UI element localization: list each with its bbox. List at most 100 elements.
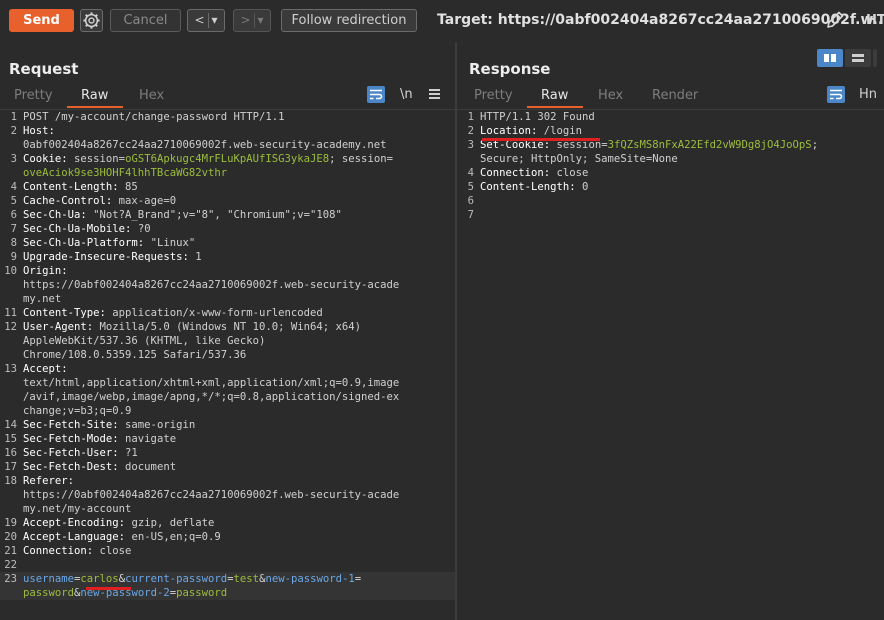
back-button[interactable]: < ▾ [187,9,225,32]
line-content: Sec-Fetch-Mode: navigate [23,432,176,446]
code-line: 2 Location: /login [457,124,884,138]
code-token: oveAciok9se3HOHF4lhhTBcaWG82vthr [23,167,228,179]
line-number: 16 [4,447,17,459]
response-tab-render[interactable]: Render [652,88,698,103]
request-active-tab-indicator [67,106,123,108]
code-token: = [354,573,362,585]
layout-stacked-button[interactable] [845,49,871,67]
code-line: 2 Host: [0,124,455,138]
code-token: close [550,167,589,179]
code-token: Content-Length: [23,181,119,193]
code-token: ; [811,139,819,151]
response-active-tab-indicator [527,106,583,108]
code-line: 11 Content-Type: application/x-www-form-u… [0,306,455,320]
code-line: /avif,image/webp,image/apng,*/*;q=0.8,ap… [0,390,455,404]
code-line: Secure; HttpOnly; SameSite=None [457,152,884,166]
line-number: 17 [4,461,17,473]
line-number: 7 [10,223,17,235]
line-content: Host: [23,124,55,138]
code-line: 7 Sec-Ch-Ua-Mobile: ?0 [0,222,455,236]
code-line: 19 Accept-Encoding: gzip, deflate [0,516,455,530]
request-tab-raw[interactable]: Raw [81,88,108,103]
code-token: test [233,573,260,585]
response-tab-pretty[interactable]: Pretty [474,88,513,103]
annotation-underline-location [482,138,600,141]
code-token: 85 [118,181,138,193]
line-number: 8 [10,237,17,249]
rows-icon [852,54,864,62]
code-token: close [93,545,132,557]
code-line: 0abf002404a8267cc24aa2710069002f.web-sec… [0,138,455,152]
request-newline-toggle[interactable]: \n [400,87,413,102]
line-number: 2 [10,125,17,137]
request-menu-icon[interactable] [429,89,440,101]
request-tab-pretty[interactable]: Pretty [14,88,53,103]
line-number: 11 [4,307,17,319]
response-tab-raw[interactable]: Raw [541,88,568,103]
layout-side-by-side-button[interactable] [817,49,843,67]
code-line: 9 Upgrade-Insecure-Requests: 1 [0,250,455,264]
code-line: 21 Connection: close [0,544,455,558]
line-content: text/html,application/xhtml+xml,applicat… [23,376,399,390]
code-token: Mozilla/5.0 (Windows NT 10.0; Win64; x64… [93,321,362,333]
code-token: Cookie: [23,153,68,165]
response-overflow-text: Hn [859,87,878,102]
code-token: en-US,en;q=0.9 [125,531,221,543]
request-tabs: Pretty Raw Hex \n [0,86,455,108]
code-token: carlos [80,573,119,585]
code-line: 18 Referer: [0,474,455,488]
line-content: https://0abf002404a8267cc24aa2710069002f… [23,488,399,502]
line-content: my.net [23,292,61,306]
line-content: Location: /login [480,124,582,138]
request-wrap-toggle[interactable] [367,86,385,103]
line-number: 21 [4,545,17,557]
code-line: 7 [457,208,884,222]
code-line: 22 [0,558,455,572]
code-token: ?0 [131,223,151,235]
code-line: 4 Connection: close [457,166,884,180]
code-line: password&new-password-2=password [0,586,455,600]
code-line: 12 User-Agent: Mozilla/5.0 (Windows NT 10… [0,320,455,334]
line-number: 7 [467,209,474,221]
follow-redirection-button[interactable]: Follow redirection [281,9,417,32]
send-button[interactable]: Send [9,9,74,32]
forward-dropdown-icon[interactable]: ▾ [258,13,264,27]
response-wrap-toggle[interactable] [827,86,845,103]
line-number: 15 [4,433,17,445]
code-token: application/x-www-form-urlencoded [105,307,323,319]
code-token: Connection: [480,167,551,179]
line-content: Accept-Language: en-US,en;q=0.9 [23,530,221,544]
code-token: oGST6Apkugc4MrFLuKpAUfISG3ykaJE8 [125,153,330,165]
line-content: Accept: [23,362,68,376]
settings-button[interactable] [80,9,103,32]
line-number: 6 [10,209,17,221]
response-tab-hex[interactable]: Hex [598,88,623,103]
code-token: Connection: [23,545,94,557]
layout-tabs-button[interactable] [873,49,877,67]
code-token: Accept-Language: [23,531,126,543]
code-token: Location: [480,125,538,137]
layout-toggle [817,49,877,67]
back-dropdown-icon[interactable]: ▾ [212,13,218,27]
code-token: session= [67,153,126,165]
cancel-button[interactable]: Cancel [110,9,181,32]
line-number: 9 [10,251,17,263]
response-editor[interactable]: 1 HTTP/1.1 302 Found 2 Location: /login 3 Set… [457,109,884,620]
code-token: password [176,587,228,599]
line-number: 3 [467,139,474,151]
annotation-underline-carlos [86,587,131,590]
line-content: my.net/my-account [23,502,131,516]
code-token: Sec-Ch-Ua-Mobile: [23,223,132,235]
line-number: 22 [4,559,17,571]
edit-target-button[interactable] [824,9,846,31]
line-content: Content-Length: 85 [23,180,138,194]
code-line: 1 POST /my-account/change-password HTTP/1… [0,110,455,124]
forward-button[interactable]: > ▾ [233,9,271,32]
line-number: 2 [467,125,474,137]
request-editor[interactable]: 1 POST /my-account/change-password HTTP/1… [0,109,455,620]
code-line: https://0abf002404a8267cc24aa2710069002f… [0,488,455,502]
code-token: same-origin [118,419,196,431]
request-tab-hex[interactable]: Hex [139,88,164,103]
line-content: Connection: close [23,544,131,558]
code-token: document [118,461,177,473]
